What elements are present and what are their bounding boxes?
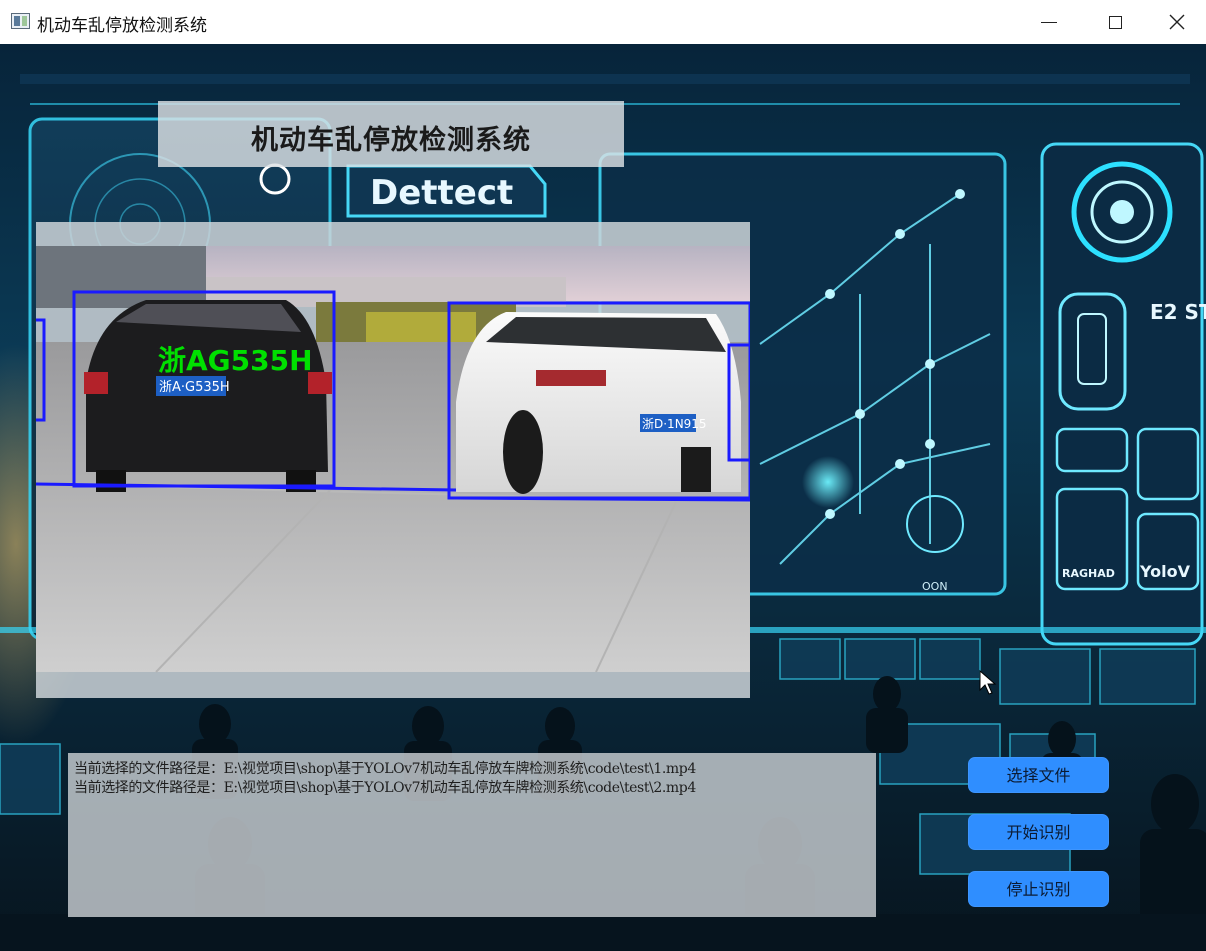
page-title: 机动车乱停放检测系统: [251, 125, 531, 156]
maximize-button[interactable]: [1082, 0, 1148, 44]
app-icon: [11, 13, 30, 29]
detection-label-1: 浙AG535H: [158, 344, 313, 377]
window-title: 机动车乱停放检测系统: [37, 16, 207, 36]
panel-label-oon: OON: [922, 580, 948, 593]
panel-label-raghad: RAGHAD: [1062, 567, 1115, 580]
plate-text-2: 浙D·1N915: [642, 417, 707, 431]
header-banner: 机动车乱停放检测系统: [158, 101, 624, 167]
mouse-cursor-icon: [979, 670, 997, 695]
maximize-icon: [1108, 15, 1122, 29]
close-button[interactable]: [1148, 0, 1206, 44]
log-line-2: 当前选择的文件路径是：E:\视觉项目\shop\基于YOLOv7机动车乱停放车牌…: [74, 780, 696, 796]
video-display: 浙A·G535H 浙D·1N915 浙AG535H: [36, 222, 750, 698]
plate-text-1: 浙A·G535H: [159, 380, 230, 395]
close-icon: [1169, 14, 1185, 30]
start-detection-button[interactable]: 开始识别: [968, 814, 1109, 850]
minimize-icon: [1041, 21, 1057, 23]
video-frame-image: 浙A·G535H 浙D·1N915 浙AG535H: [36, 246, 750, 673]
panel-label-e2st: E2 ST: [1150, 300, 1206, 324]
minimize-button[interactable]: [1016, 0, 1082, 44]
log-line-1: 当前选择的文件路径是：E:\视觉项目\shop\基于YOLOv7机动车乱停放车牌…: [74, 761, 696, 777]
window-titlebar: 机动车乱停放检测系统: [0, 0, 1206, 45]
log-textbox[interactable]: 当前选择的文件路径是：E:\视觉项目\shop\基于YOLOv7机动车乱停放车牌…: [68, 753, 876, 917]
panel-label-yolov: YoloV: [1139, 562, 1191, 581]
stop-detection-button[interactable]: 停止识别: [968, 871, 1109, 907]
dettect-sign-text: Dettect: [370, 173, 513, 213]
main-window-client: Dettect OON E2 ST RAGHAD YoloV 机动车乱停放检测系…: [0, 44, 1206, 951]
select-file-button[interactable]: 选择文件: [968, 757, 1109, 793]
